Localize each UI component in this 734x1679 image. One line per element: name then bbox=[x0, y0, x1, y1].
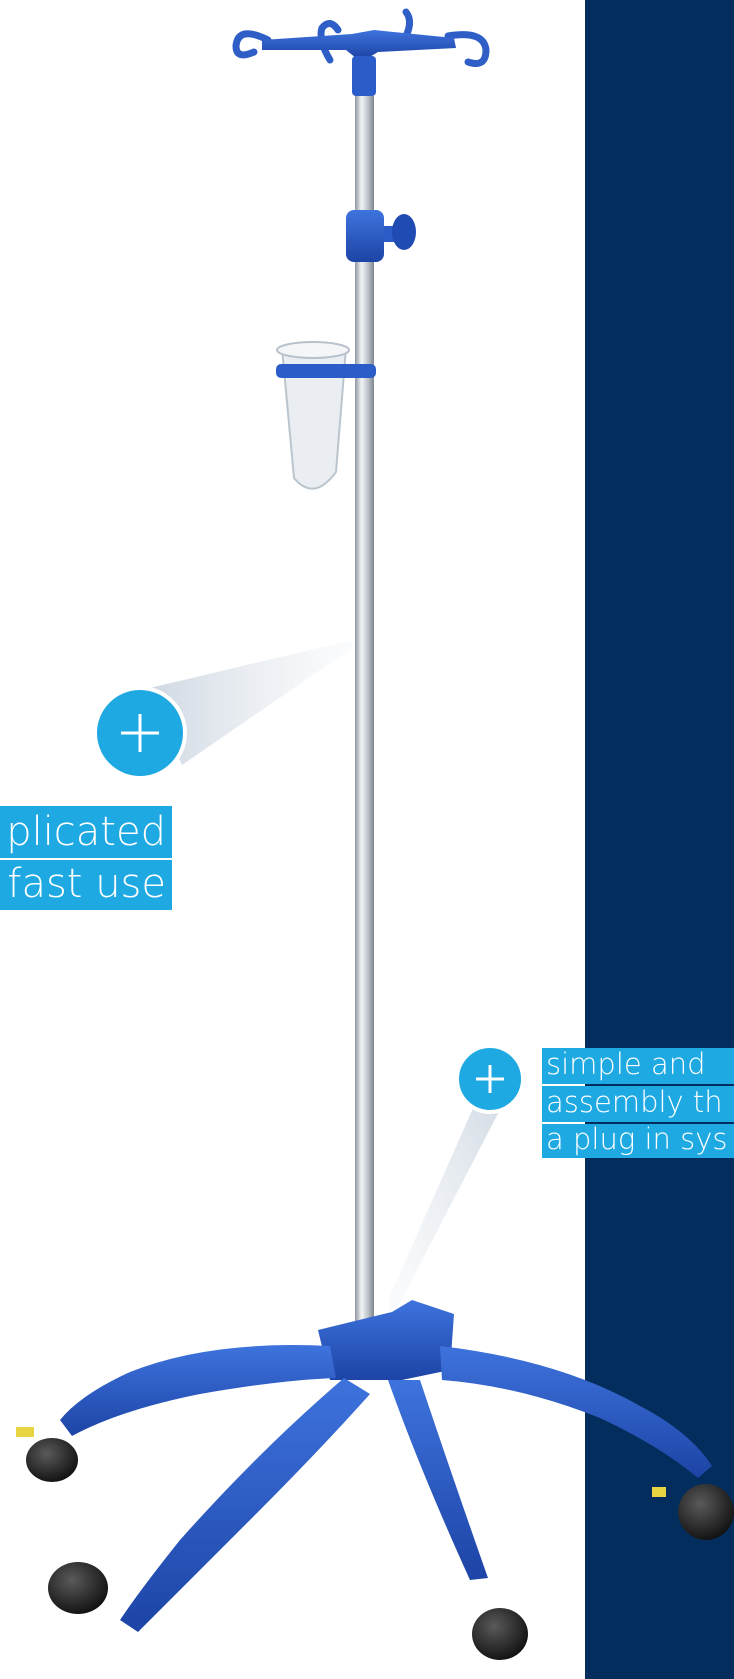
product-feature-page: plicated fast use simple and assembly th… bbox=[0, 0, 734, 1679]
plus-button-1[interactable] bbox=[93, 686, 187, 780]
callout-1-line-1: plicated bbox=[0, 806, 172, 858]
callout-1-line-2: fast use bbox=[0, 860, 172, 910]
callout-2-line-1: simple and bbox=[542, 1048, 734, 1084]
plus-icon bbox=[476, 1065, 504, 1093]
plus-button-2[interactable] bbox=[455, 1044, 525, 1114]
height-clamp bbox=[346, 210, 384, 262]
pole bbox=[355, 96, 374, 1336]
wheeled-base bbox=[60, 1300, 712, 1632]
plus-icon bbox=[121, 714, 159, 752]
callout-2-line-2: assembly th bbox=[542, 1086, 734, 1122]
callout-2-line-3: a plug in sys bbox=[542, 1124, 734, 1158]
wheels bbox=[16, 1427, 734, 1660]
